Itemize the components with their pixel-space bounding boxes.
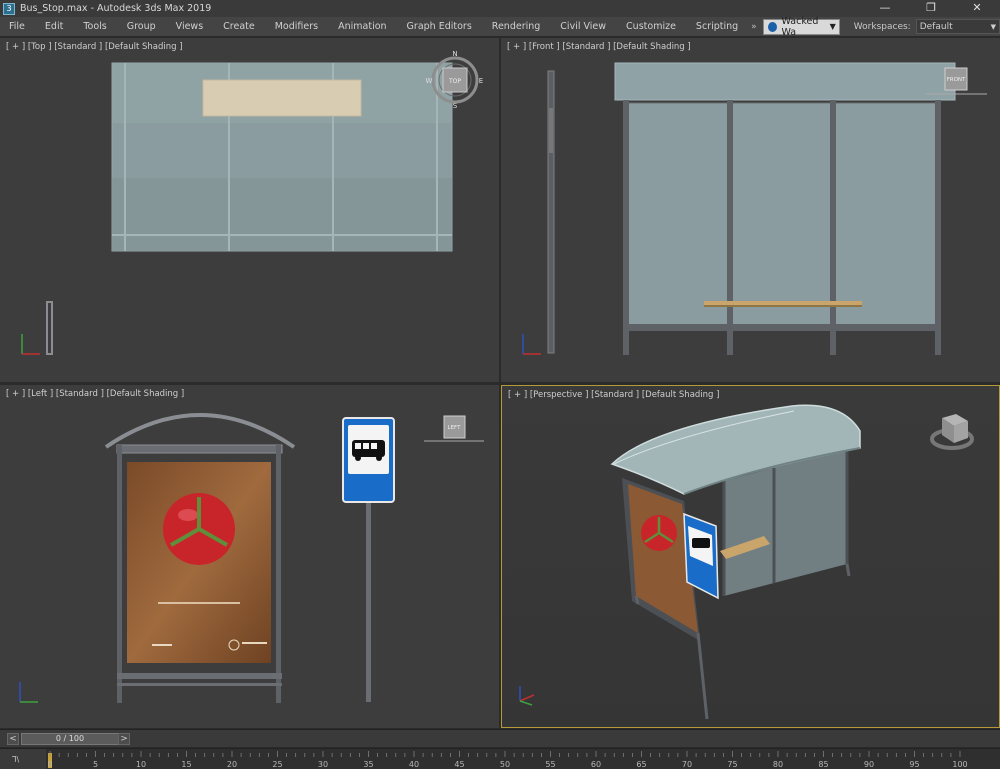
menu-bar: File Edit Tools Group Views Create Modif… — [0, 15, 1000, 38]
menu-file[interactable]: File — [0, 21, 35, 32]
track-tick-label: 20 — [227, 760, 237, 769]
track-bar[interactable]: ⅂\ 0 5 10 15 20 25 30 35 40 45 50 55 60 65 70 75 80 85 90 9… — [0, 748, 1000, 769]
bus-icon — [692, 538, 710, 548]
menu-graph-editors[interactable]: Graph Editors — [397, 21, 482, 32]
track-tick-label: 50 — [500, 760, 510, 769]
front-view-canvas: FRONT — [522, 62, 987, 355]
time-slider[interactable]: < 0 / 100 > — [0, 729, 1000, 747]
menu-civil-view[interactable]: Civil View — [550, 21, 616, 32]
bench[interactable] — [704, 301, 862, 305]
menu-edit[interactable]: Edit — [35, 21, 73, 32]
viewport-left[interactable]: LEFT [ + ] [Left ] [Standard ] [Default … — [0, 385, 499, 728]
menu-customize[interactable]: Customize — [616, 21, 686, 32]
track-tick-label: 5 — [93, 760, 98, 769]
viewport-label[interactable]: [ + ] [Perspective ] [Standard ] [Defaul… — [508, 390, 719, 400]
view-cube-label: LEFT — [448, 425, 462, 431]
track-tick-label: 10 — [136, 760, 146, 769]
app-icon[interactable]: 3 — [3, 2, 15, 15]
menu-overflow-icon[interactable]: » — [751, 22, 757, 32]
axis-tripod — [21, 334, 40, 355]
menu-group[interactable]: Group — [117, 21, 166, 32]
svg-text:N: N — [452, 50, 457, 58]
time-slider-prev-button[interactable]: < — [7, 733, 19, 745]
track-tick-label: 65 — [636, 760, 646, 769]
viewport-perspective[interactable]: [ + ] [Perspective ] [Standard ] [Defaul… — [501, 385, 1000, 728]
track-tick-label: 30 — [318, 760, 328, 769]
menu-rendering[interactable]: Rendering — [482, 21, 551, 32]
track-tick-label: 85 — [818, 760, 828, 769]
track-tick-label: 80 — [773, 760, 783, 769]
track-bar-ruler[interactable]: ⅂\ 0 5 10 15 20 25 30 35 40 45 50 55 60 65 70 75 80 85 90 9… — [0, 749, 1000, 769]
track-tick-label: 45 — [454, 760, 464, 769]
view-cube[interactable] — [930, 414, 974, 450]
menu-animation[interactable]: Animation — [328, 21, 396, 32]
track-tick-label: 95 — [909, 760, 919, 769]
chevron-down-icon: ▼ — [829, 22, 836, 31]
menu-views[interactable]: Views — [166, 21, 214, 32]
user-name: Wacked Wa — [781, 15, 819, 38]
title-bar: 3 Bus_Stop.max - Autodesk 3ds Max 2019 —… — [0, 0, 1000, 17]
track-tick-label: 55 — [545, 760, 555, 769]
maximize-button[interactable]: ❐ — [908, 0, 954, 17]
workspaces-label: Workspaces: — [853, 21, 911, 32]
minimize-button[interactable]: — — [862, 0, 908, 17]
time-slider-next-button[interactable]: > — [118, 733, 130, 745]
track-tick-label: 25 — [272, 760, 282, 769]
perspective-view-canvas — [519, 404, 974, 720]
track-tick-label: 90 — [864, 760, 874, 769]
curve-editor-icon[interactable]: ⅂\ — [12, 755, 19, 764]
track-tick-label: 15 — [181, 760, 191, 769]
menu-tools[interactable]: Tools — [73, 21, 116, 32]
bench-top-view[interactable] — [202, 79, 362, 117]
svg-text:E: E — [479, 77, 483, 85]
user-icon — [767, 21, 777, 32]
workspace-value: Default — [919, 21, 953, 32]
viewport-front[interactable]: FRONT [ + ] [Front ] [Standard ] [Defaul… — [501, 38, 1000, 382]
track-tick-label: 60 — [591, 760, 601, 769]
track-tick-label: 70 — [682, 760, 692, 769]
viewport-label[interactable]: [ + ] [Front ] [Standard ] [Default Shad… — [507, 42, 691, 52]
user-account-dropdown[interactable]: Wacked Wa ▼ — [762, 15, 840, 38]
menu-modifiers[interactable]: Modifiers — [265, 21, 328, 32]
viewport-label[interactable]: [ + ] [Top ] [Standard ] [Default Shadin… — [6, 42, 183, 52]
track-tick-label: 100 — [952, 760, 967, 769]
sign-pole[interactable] — [46, 301, 53, 355]
viewport-top[interactable]: TOP N S W E [ + ] [Top ] [Standard ] [De… — [0, 38, 499, 382]
track-tick-label: 0 — [47, 760, 52, 769]
menu-create[interactable]: Create — [213, 21, 265, 32]
track-tick-label: 40 — [409, 760, 419, 769]
svg-text:S: S — [453, 102, 458, 110]
workspace-select[interactable]: Default ▼ — [915, 19, 1000, 34]
view-cube-label: FRONT — [947, 77, 966, 83]
viewport-label[interactable]: [ + ] [Left ] [Standard ] [Default Shadi… — [6, 389, 184, 399]
close-button[interactable]: ✕ — [954, 0, 1000, 17]
advertisement-poster[interactable] — [127, 462, 271, 663]
time-slider-thumb[interactable]: 0 / 100 — [21, 733, 119, 745]
axis-tripod — [522, 334, 541, 355]
shelter-roof[interactable] — [104, 413, 296, 449]
view-cube[interactable]: LEFT — [424, 415, 484, 442]
window-title: Bus_Stop.max - Autodesk 3ds Max 2019 — [20, 3, 212, 14]
chevron-down-icon: ▼ — [990, 22, 996, 31]
menu-scripting[interactable]: Scripting — [686, 21, 748, 32]
bus-stop-sign[interactable] — [342, 417, 395, 702]
axis-tripod — [519, 686, 535, 706]
shelter-roof[interactable] — [614, 62, 956, 101]
top-view-canvas: TOP N S W E — [21, 50, 483, 355]
shelter-glass[interactable] — [627, 102, 939, 326]
axis-tripod — [19, 682, 38, 703]
view-cube-label: TOP — [448, 78, 461, 85]
left-view-canvas: LEFT — [19, 413, 484, 703]
track-tick-label: 75 — [727, 760, 737, 769]
svg-text:W: W — [426, 77, 433, 85]
track-tick-label: 35 — [363, 760, 373, 769]
